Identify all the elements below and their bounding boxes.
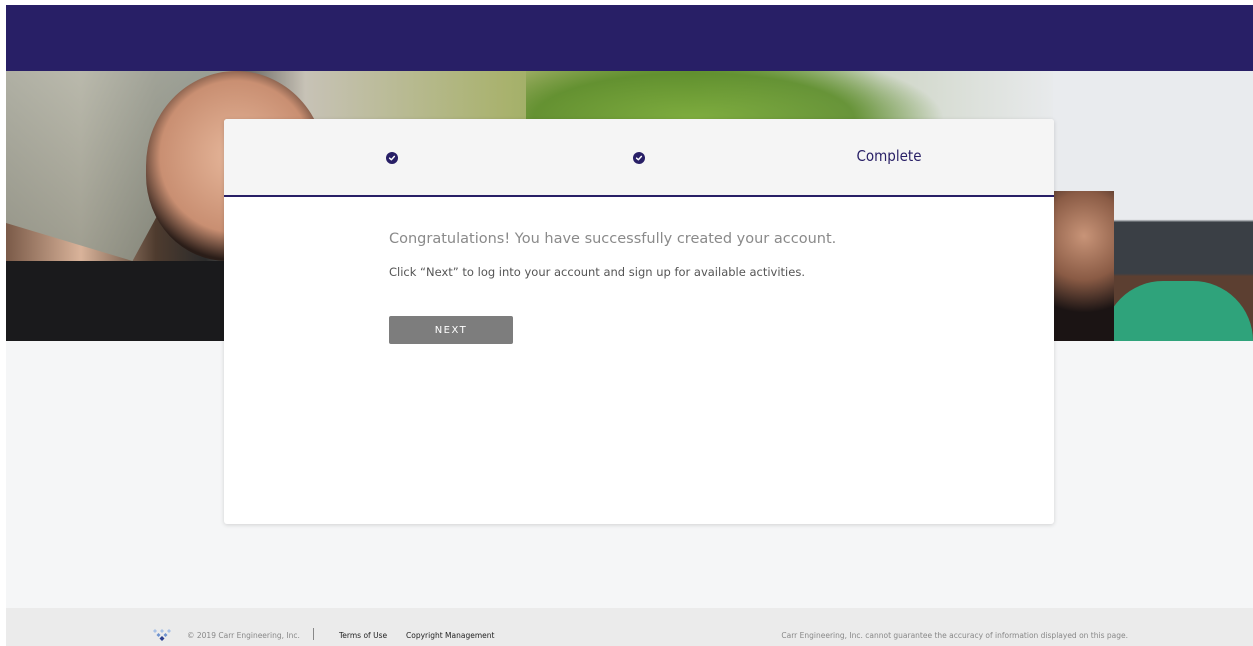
hero-person-right: [1054, 191, 1114, 341]
app-frame: Complete Congratulations! You have succe…: [6, 5, 1253, 646]
check-circle-icon: [633, 152, 645, 164]
wizard-steps: Complete: [224, 119, 1054, 197]
footer-divider: [313, 628, 314, 640]
hero-person-sleeve: [6, 261, 246, 341]
success-title: Congratulations! You have successfully c…: [389, 231, 837, 247]
top-header-bar: [6, 5, 1253, 71]
check-circle-icon: [386, 152, 398, 164]
terms-of-use-link[interactable]: Terms of Use: [339, 631, 387, 640]
step-complete-label: Complete: [856, 147, 922, 165]
registration-card: Complete Congratulations! You have succe…: [224, 119, 1054, 524]
footer-disclaimer: Carr Engineering, Inc. cannot guarantee …: [781, 631, 1128, 640]
next-button[interactable]: NEXT: [389, 316, 513, 344]
company-logo-icon: [153, 629, 171, 641]
success-subtitle: Click “Next” to log into your account an…: [389, 265, 805, 279]
footer: © 2019 Carr Engineering, Inc. Terms of U…: [6, 608, 1253, 646]
copyright-management-link[interactable]: Copyright Management: [406, 631, 494, 640]
copyright-text: © 2019 Carr Engineering, Inc.: [187, 631, 300, 640]
